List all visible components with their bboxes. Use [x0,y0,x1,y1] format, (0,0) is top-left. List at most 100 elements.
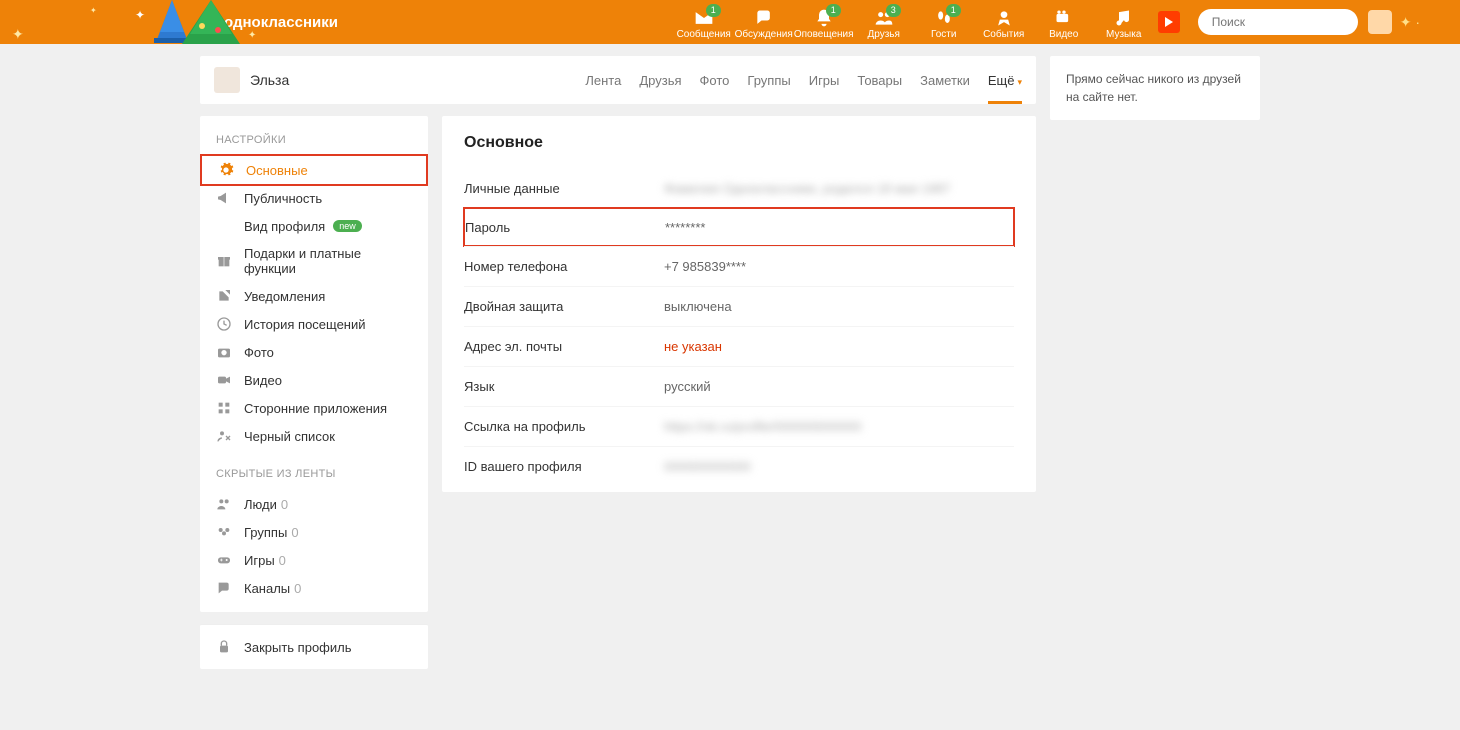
row-value: https://ok.ru/profile/000000000000 [664,419,861,434]
row-profile-id[interactable]: ID вашего профиля 000000000000 [464,446,1014,486]
side-item-blacklist[interactable]: Черный список [200,422,428,450]
side-item-photo[interactable]: Фото [200,338,428,366]
side-label: История посещений [244,317,366,332]
gamepad-icon [216,552,232,568]
tab-feed[interactable]: Лента [585,57,621,104]
user-name[interactable]: Эльза [250,72,289,88]
nav-events[interactable]: События [974,4,1034,40]
side-item-gifts[interactable]: Подарки и платные функции [200,240,428,282]
nav-notifications[interactable]: 1 Оповещения [794,4,854,40]
camera-icon [1054,8,1074,28]
friends-online-box: Прямо сейчас никого из друзей на сайте н… [1050,56,1260,120]
side-item-publicity[interactable]: Публичность [200,184,428,212]
top-nav: 1 Сообщения Обсуждения 1 Оповещения 3 Др… [674,4,1154,40]
ok-events-icon [994,8,1014,28]
nav-messages[interactable]: 1 Сообщения [674,4,734,40]
sidebar-title-hidden: СКРЫТЫЕ ИЗ ЛЕНТЫ [200,464,428,490]
side-label: Вид профиля [244,219,325,234]
row-value: не указан [664,339,722,354]
row-label: ID вашего профиля [464,459,664,474]
nav-label: Гости [931,29,956,40]
music-icon [1114,8,1134,28]
tab-groups[interactable]: Группы [747,57,790,104]
nav-badge: 1 [706,4,721,17]
side-hidden-groups[interactable]: Группы 0 [200,518,428,546]
nav-music[interactable]: Музыка [1094,4,1154,40]
user-avatar[interactable] [214,67,240,93]
settings-sidebar: НАСТРОЙКИ Основные Публичность Вид профи… [200,116,428,612]
row-value: 000000000000 [664,459,751,474]
chat-icon [754,8,774,28]
search-box[interactable] [1198,9,1358,35]
tab-friends[interactable]: Друзья [639,57,681,104]
side-label: Люди [244,497,277,512]
nav-label: Друзья [867,29,899,40]
row-label: Номер телефона [464,259,664,274]
row-email[interactable]: Адрес эл. почты не указан [464,326,1014,366]
side-count: 0 [294,581,301,596]
side-hidden-games[interactable]: Игры 0 [200,546,428,574]
blacklist-icon [216,428,232,444]
gear-icon [218,162,234,178]
row-label: Личные данные [464,181,664,196]
row-twofa[interactable]: Двойная защита выключена [464,286,1014,326]
header-avatar[interactable] [1368,10,1392,34]
new-badge: new [333,220,362,232]
side-count: 0 [279,553,286,568]
nav-friends[interactable]: 3 Друзья [854,4,914,40]
side-hidden-people[interactable]: Люди 0 [200,490,428,518]
nav-label: События [983,29,1024,40]
side-label: Основные [246,163,308,178]
row-personal[interactable]: Личные данные Фамилия Одноклассники, род… [464,168,1014,208]
side-label: Видео [244,373,282,388]
play-button[interactable] [1158,11,1180,33]
nav-badge: 1 [826,4,841,17]
settings-panel: Основное Личные данные Фамилия Однокласс… [442,116,1036,492]
gift-icon [216,253,232,269]
side-item-history[interactable]: История посещений [200,310,428,338]
history-icon [216,316,232,332]
row-phone[interactable]: Номер телефона +7 985839**** [464,246,1014,286]
row-value: +7 985839**** [664,259,746,274]
side-label: Сторонние приложения [244,401,387,416]
nav-badge: 1 [946,4,961,17]
nav-label: Музыка [1106,29,1141,40]
tab-goods[interactable]: Товары [857,57,902,104]
tab-games[interactable]: Игры [809,57,840,104]
side-label: Игры [244,553,275,568]
side-close-profile[interactable]: Закрыть профиль [200,633,428,661]
tab-photos[interactable]: Фото [700,57,730,104]
profile-tabs: Лента Друзья Фото Группы Игры Товары Зам… [585,57,1022,104]
tab-notes[interactable]: Заметки [920,57,970,104]
side-hidden-channels[interactable]: Каналы 0 [200,574,428,602]
nav-guests[interactable]: 1 Гости [914,4,974,40]
nav-discussions[interactable]: Обсуждения [734,4,794,40]
top-header: ✦ ✦ ✦ ✦ одноклассники 1 Сообщения Обсужд… [0,0,1460,44]
side-item-apps[interactable]: Сторонние приложения [200,394,428,422]
people-icon [216,496,232,512]
header-decoration: ✦ ✦ ✦ ✦ [0,0,260,44]
nav-video[interactable]: Видео [1034,4,1094,40]
side-count: 0 [291,525,298,540]
row-label: Ссылка на профиль [464,419,664,434]
tab-more[interactable]: Ещё▾ [988,57,1022,104]
side-item-video[interactable]: Видео [200,366,428,394]
side-item-profileview[interactable]: Вид профиля new [200,212,428,240]
groups-icon [216,524,232,540]
side-item-notifications[interactable]: Уведомления [200,282,428,310]
side-label: Закрыть профиль [244,640,352,655]
side-label: Фото [244,345,274,360]
side-label: Каналы [244,581,290,596]
search-input[interactable] [1212,15,1367,29]
row-value: русский [664,379,711,394]
megaphone-icon [216,190,232,206]
panel-title: Основное [464,134,1014,152]
row-lang[interactable]: Язык русский [464,366,1014,406]
side-item-main[interactable]: Основные [200,154,428,186]
camera-icon [216,344,232,360]
row-label: Адрес эл. почты [464,339,664,354]
row-profile-url[interactable]: Ссылка на профиль https://ok.ru/profile/… [464,406,1014,446]
chevron-down-icon: ▾ [1017,77,1022,87]
row-value: выключена [664,299,732,314]
row-password[interactable]: Пароль ******** [463,207,1015,247]
